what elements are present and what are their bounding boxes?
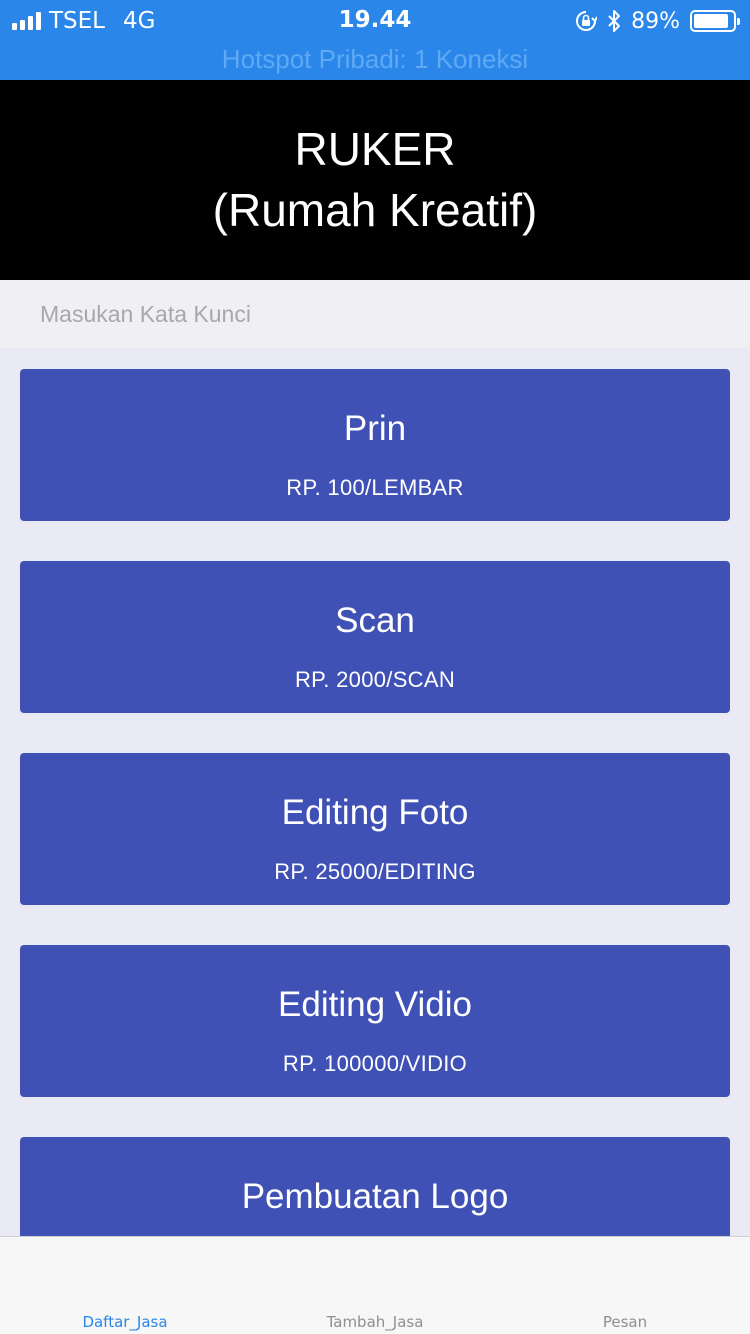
- service-card-editing-foto[interactable]: Editing Foto RP. 25000/EDITING: [20, 753, 730, 905]
- search-input[interactable]: [40, 294, 720, 334]
- app-header: RUKER (Rumah Kreatif): [0, 80, 750, 280]
- service-name: Editing Vidio: [278, 985, 472, 1024]
- service-name: Editing Foto: [281, 793, 469, 832]
- orientation-lock-icon: [576, 11, 598, 31]
- search-bar: [0, 280, 750, 348]
- service-name: Pembuatan Logo: [241, 1177, 509, 1216]
- hotspot-banner[interactable]: Hotspot Pribadi: 1 Koneksi: [0, 44, 750, 75]
- app-subtitle: (Rumah Kreatif): [212, 184, 538, 236]
- service-name: Scan: [335, 601, 415, 640]
- bluetooth-icon: [608, 10, 621, 32]
- service-price: RP. 100/LEMBAR: [286, 475, 464, 500]
- tab-bar: Daftar_Jasa Tambah_Jasa Pesan: [0, 1236, 750, 1334]
- service-name: Prin: [343, 409, 407, 448]
- tab-tambah-jasa[interactable]: Tambah_Jasa: [250, 1313, 500, 1331]
- tab-pesan[interactable]: Pesan: [500, 1313, 750, 1331]
- service-list: Prin RP. 100/LEMBAR Scan RP. 2000/SCAN E…: [0, 348, 750, 1236]
- battery-icon: [690, 10, 740, 32]
- tab-daftar-jasa[interactable]: Daftar_Jasa: [0, 1313, 250, 1331]
- app-title: RUKER: [294, 123, 456, 175]
- service-card-editing-vidio[interactable]: Editing Vidio RP. 100000/VIDIO: [20, 945, 730, 1097]
- status-bar: TSEL 4G 19.44 89% Hotspot Pribadi: 1 Kon…: [0, 0, 750, 80]
- battery-percent: 89%: [631, 8, 680, 34]
- status-right: 89%: [575, 8, 740, 34]
- service-card-prin[interactable]: Prin RP. 100/LEMBAR: [20, 369, 730, 521]
- service-price: RP. 100000/VIDIO: [282, 1051, 468, 1076]
- service-card-pembuatan-logo[interactable]: Pembuatan Logo: [20, 1137, 730, 1236]
- service-card-scan[interactable]: Scan RP. 2000/SCAN: [20, 561, 730, 713]
- service-price: RP. 2000/SCAN: [294, 667, 456, 692]
- service-price: RP. 25000/EDITING: [274, 859, 476, 884]
